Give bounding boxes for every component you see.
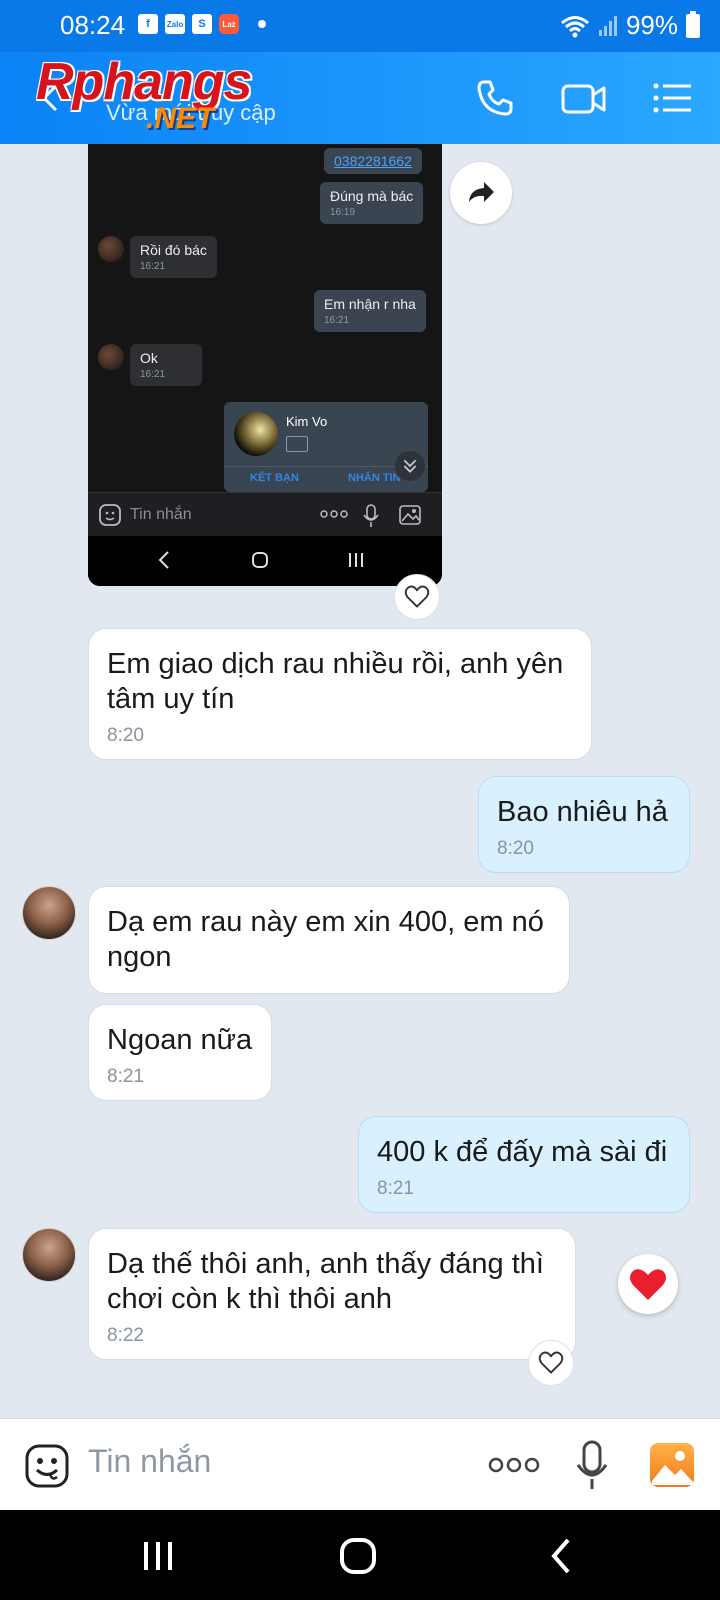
chat-header: Vừa mới truy cập Rphangs .NET (0, 52, 720, 144)
message-time: 8:21 (107, 1066, 144, 1087)
message-bubble-outgoing[interactable]: Bao nhiêu hả 8:20 (478, 776, 690, 873)
microphone-icon[interactable] (574, 1439, 610, 1493)
quick-heart-reaction-icon[interactable] (618, 1254, 678, 1314)
more-icon (320, 510, 348, 518)
embed-contact-name: Kim Vo (286, 414, 328, 429)
embed-message-button: NHẮN TIN (348, 472, 401, 484)
message-bubble-incoming[interactable]: Em giao dịch rau nhiều rồi, anh yên tâm … (88, 628, 592, 760)
message-text: Dạ em rau này em xin 400, em nó ngon (107, 906, 544, 973)
embed-message: Rồi đó bác 16:21 (130, 236, 217, 278)
back-icon[interactable] (542, 1536, 582, 1576)
recent-apps-icon[interactable] (138, 1536, 178, 1576)
embed-input-bar: Tin nhắn (88, 492, 442, 536)
more-notifications-dot (258, 20, 266, 28)
notification-icons: f Zalo S Laz (138, 14, 266, 34)
embed-avatar (98, 344, 124, 370)
recents-icon (349, 553, 363, 567)
sticker-icon (99, 504, 121, 526)
contact-card-icon (286, 436, 308, 452)
embed-message: Em nhận r nha 16:21 (314, 290, 426, 332)
embed-input-placeholder: Tin nhắn (130, 506, 192, 523)
lazada-icon: Laz (219, 14, 239, 34)
embed-message: Đúng mà bác 16:19 (320, 182, 424, 224)
message-text: 400 k để đấy mà sài đi (377, 1136, 668, 1168)
embed-message: Ok 16:21 (130, 344, 202, 386)
contact-avatar[interactable] (22, 1228, 76, 1282)
message-input[interactable]: Tin nhắn (88, 1443, 211, 1480)
message-composer: Tin nhắn (0, 1418, 720, 1510)
message-bubble-incoming[interactable]: Ngoan nữa 8:21 (88, 1004, 272, 1101)
home-icon (252, 552, 268, 568)
message-text: Ngoan nữa (107, 1024, 253, 1056)
embed-message-time: 16:19 (330, 207, 356, 218)
embed-message-text: Ok (140, 350, 158, 366)
embed-message-text: Đúng mà bác (330, 188, 414, 204)
status-right: 99% (560, 10, 700, 41)
embed-system-nav (88, 536, 442, 586)
embed-message-time: 16:21 (324, 315, 350, 326)
embed-message-time: 16:21 (140, 369, 166, 380)
message-bubble-incoming[interactable]: Dạ thế thôi anh, anh thấy đáng thì chơi … (88, 1228, 576, 1360)
watermark-logo: Rphangs .NET (36, 53, 252, 135)
reaction-heart-icon[interactable] (528, 1340, 574, 1386)
logo-net-text: .NET (146, 102, 215, 135)
battery-percent: 99% (625, 10, 678, 40)
message-time: 8:22 (107, 1325, 144, 1346)
wifi-icon (560, 15, 589, 37)
back-icon (158, 551, 169, 569)
embed-message-text: Em nhận r nha (324, 296, 416, 312)
status-time: 08:24 (60, 10, 126, 40)
forward-share-icon[interactable] (450, 162, 512, 224)
message-time: 8:20 (497, 838, 534, 859)
scroll-down-icon (394, 450, 426, 482)
image-icon (399, 505, 421, 525)
embed-add-friend-button: KẾT BẠN (250, 472, 299, 484)
phone-call-icon[interactable] (470, 74, 518, 122)
message-time: 8:21 (377, 1178, 414, 1199)
facebook-icon: f (138, 14, 158, 34)
microphone-icon (363, 504, 379, 527)
zalo-icon: Zalo (165, 14, 185, 34)
signal-icon (598, 15, 617, 36)
system-navigation-bar (0, 1510, 720, 1600)
sticker-emoji-icon[interactable] (24, 1443, 70, 1489)
logo-main-text: Rphangs (36, 53, 252, 111)
message-bubble-incoming[interactable]: Dạ em rau này em xin 400, em nó ngon (88, 886, 570, 994)
embed-message-time: 16:21 (140, 261, 166, 272)
embed-contact-card: Kim Vo KẾT BẠN NHẮN TIN (224, 402, 428, 492)
embed-message-text: Rồi đó bác (140, 242, 207, 258)
message-bubble-outgoing[interactable]: 400 k để đấy mà sài đi 8:21 (358, 1116, 690, 1213)
more-options-icon[interactable] (488, 1455, 540, 1475)
embed-contact-avatar (234, 412, 278, 456)
embed-message: 0382281662 (324, 148, 422, 174)
video-call-icon[interactable] (560, 74, 608, 122)
shared-screenshot-image[interactable]: 0382281662 Đúng mà bác 16:19 Rồi đó bác … (88, 144, 442, 586)
contact-avatar[interactable] (22, 886, 76, 940)
menu-list-icon[interactable] (648, 74, 696, 122)
embed-avatar (98, 236, 124, 262)
gallery-image-icon[interactable] (648, 1441, 696, 1489)
message-text: Dạ thế thôi anh, anh thấy đáng thì chơi … (107, 1248, 544, 1315)
message-time: 8:20 (107, 725, 144, 746)
message-text: Bao nhiêu hả (497, 796, 668, 828)
message-text: Em giao dịch rau nhiều rồi, anh yên tâm … (107, 648, 564, 715)
reaction-heart-icon[interactable] (394, 574, 440, 620)
home-icon[interactable] (338, 1536, 378, 1576)
status-bar: 08:24 f Zalo S Laz 99% (0, 0, 720, 52)
shopee-icon: S (192, 14, 212, 34)
embed-message-text: 0382281662 (334, 153, 412, 169)
battery-icon (686, 10, 700, 38)
